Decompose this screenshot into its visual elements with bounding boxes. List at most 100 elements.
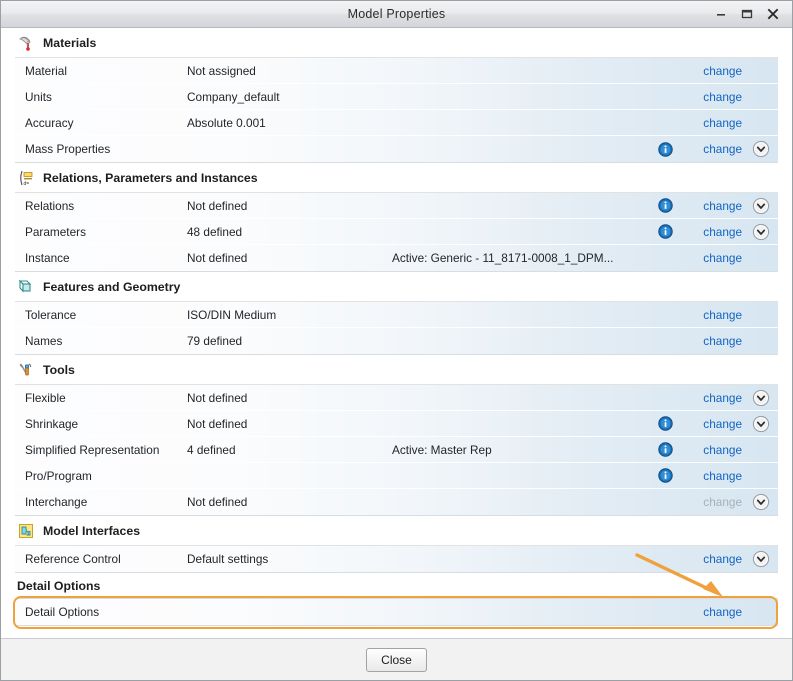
- info-icon[interactable]: [657, 224, 673, 239]
- chevron-slot: [744, 197, 778, 215]
- chevron-slot: [744, 223, 778, 241]
- change-link[interactable]: change: [703, 391, 742, 405]
- info-icon[interactable]: [657, 468, 673, 483]
- change-link[interactable]: change: [703, 90, 742, 104]
- expand-chevron-down-icon[interactable]: [752, 223, 770, 241]
- change-slot: change: [682, 64, 744, 78]
- info-icon[interactable]: [657, 141, 673, 157]
- property-label: Relations: [25, 198, 75, 213]
- info-slot: [648, 224, 682, 239]
- info-icon[interactable]: [657, 442, 673, 457]
- section-title: Detail Options: [17, 578, 101, 593]
- expand-chevron-down-icon[interactable]: [752, 140, 770, 158]
- window-controls: [713, 7, 792, 22]
- change-link[interactable]: change: [703, 225, 742, 239]
- change-link[interactable]: change: [703, 417, 742, 431]
- property-label: Reference Control: [25, 552, 121, 566]
- section-rows-relations: Relations Not defined change Parameters 48 d…: [15, 193, 778, 272]
- property-label: Names: [25, 334, 63, 348]
- property-extra-value: Active: Generic - 11_8171-0008_1_DPM...: [392, 251, 614, 265]
- info-icon[interactable]: [657, 416, 673, 431]
- property-row[interactable]: Shrinkage Not defined change: [15, 411, 778, 437]
- property-value: Not defined: [187, 390, 248, 405]
- change-slot: change: [682, 417, 744, 431]
- property-value: Absolute 0.001: [187, 115, 266, 130]
- features-icon: [17, 278, 35, 296]
- section-title: Relations, Parameters and Instances: [43, 170, 258, 185]
- window-title: Model Properties: [347, 7, 446, 21]
- property-value: Not defined: [187, 495, 248, 509]
- property-row[interactable]: Pro/Program change: [15, 463, 778, 489]
- property-label: Accuracy: [25, 115, 74, 130]
- minimize-icon[interactable]: [713, 7, 728, 22]
- change-link[interactable]: change: [703, 443, 742, 457]
- expand-chevron-down-icon[interactable]: [752, 550, 770, 568]
- model-properties-dialog: Model Properties Materials Material Not as…: [0, 0, 793, 681]
- property-value: Default settings: [187, 552, 269, 566]
- property-row[interactable]: Interchange Not defined change: [15, 489, 778, 515]
- property-value: Not defined: [187, 251, 248, 265]
- property-row[interactable]: Mass Properties change: [15, 136, 778, 162]
- change-link[interactable]: change: [703, 116, 742, 130]
- property-row[interactable]: Names 79 defined change: [15, 328, 778, 354]
- title-bar[interactable]: Model Properties: [1, 1, 792, 28]
- info-slot: [648, 141, 682, 157]
- property-value: 4 defined: [187, 442, 236, 457]
- close-icon[interactable]: [765, 7, 780, 22]
- property-label: Shrinkage: [25, 416, 79, 431]
- change-link[interactable]: change: [703, 605, 742, 619]
- change-link[interactable]: change: [703, 552, 742, 566]
- change-slot: change: [682, 225, 744, 239]
- property-value: ISO/DIN Medium: [187, 307, 277, 322]
- property-row[interactable]: Parameters 48 defined change: [15, 219, 778, 245]
- expand-chevron-down-icon[interactable]: [752, 493, 770, 511]
- property-row[interactable]: Instance Not defined Active: Generic - 11_…: [15, 245, 778, 271]
- chevron-slot: [744, 415, 778, 433]
- change-link[interactable]: change: [703, 199, 742, 213]
- info-slot: [648, 416, 682, 431]
- change-link[interactable]: change: [703, 308, 742, 322]
- dialog-footer: Close: [1, 638, 792, 680]
- properties-content: Materials Material Not assigned change Units…: [1, 28, 792, 638]
- property-label: Detail Options: [25, 605, 100, 619]
- section-header-model-interfaces: Model Interfaces: [15, 516, 778, 546]
- property-extra-value: Active: Master Rep: [392, 442, 492, 457]
- property-row[interactable]: Accuracy Absolute 0.001 change: [15, 110, 778, 136]
- change-slot: change: [682, 308, 744, 322]
- change-link[interactable]: change: [703, 142, 742, 156]
- change-link: change: [703, 495, 742, 509]
- change-link[interactable]: change: [703, 334, 742, 348]
- section-rows-tools: Flexible Not defined change Shrinkage Not de…: [15, 385, 778, 516]
- expand-chevron-down-icon[interactable]: [752, 197, 770, 215]
- property-label: Interchange: [25, 495, 88, 509]
- property-row[interactable]: Simplified Representation 4 defined Active…: [15, 437, 778, 463]
- property-row[interactable]: Detail Options change: [15, 599, 778, 625]
- property-label: Mass Properties: [25, 142, 111, 156]
- maximize-icon[interactable]: [739, 7, 754, 22]
- property-row[interactable]: Tolerance ISO/DIN Medium change: [15, 302, 778, 328]
- info-icon[interactable]: [657, 198, 673, 213]
- tools-icon: [17, 361, 35, 379]
- property-row[interactable]: Material Not assigned change: [15, 58, 778, 84]
- change-slot: change: [682, 199, 744, 213]
- section-header-materials: Materials: [15, 28, 778, 58]
- sections-container: Materials Material Not assigned change Units…: [15, 28, 778, 626]
- change-slot: change: [682, 142, 744, 156]
- property-row[interactable]: Units Company_default change: [15, 84, 778, 110]
- expand-chevron-down-icon[interactable]: [752, 389, 770, 407]
- property-row[interactable]: Flexible Not defined change: [15, 385, 778, 411]
- change-link[interactable]: change: [703, 251, 742, 265]
- change-slot: change: [682, 552, 744, 566]
- property-row[interactable]: Relations Not defined change: [15, 193, 778, 219]
- property-label: Tolerance: [25, 307, 77, 322]
- change-slot: change: [682, 391, 744, 405]
- section-title: Features and Geometry: [43, 279, 181, 294]
- change-link[interactable]: change: [703, 64, 742, 78]
- property-row[interactable]: Reference Control Default settings change: [15, 546, 778, 572]
- section-title: Model Interfaces: [43, 523, 141, 538]
- property-value: 48 defined: [187, 224, 243, 239]
- property-value: Company_default: [187, 89, 280, 104]
- change-link[interactable]: change: [703, 469, 742, 483]
- close-button[interactable]: Close: [366, 647, 427, 672]
- expand-chevron-down-icon[interactable]: [752, 415, 770, 433]
